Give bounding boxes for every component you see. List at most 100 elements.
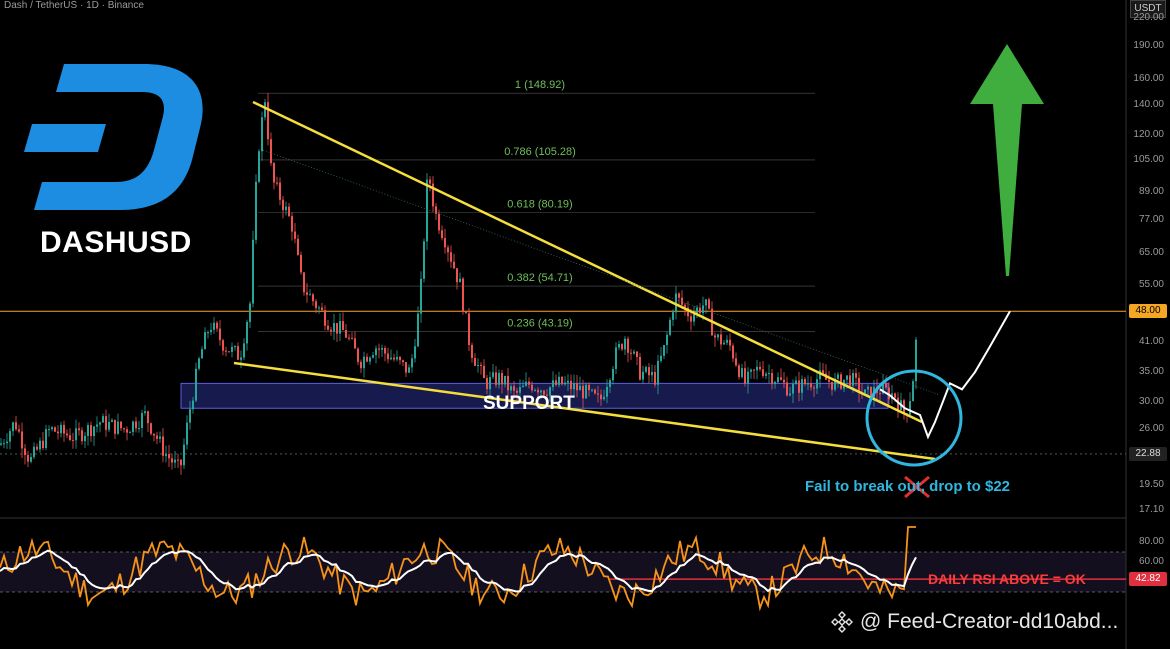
- candle-body: [519, 387, 521, 393]
- candle: [264, 98, 266, 121]
- candle: [228, 351, 230, 353]
- candle: [147, 410, 149, 432]
- candle-body: [39, 440, 41, 450]
- candle: [909, 392, 911, 417]
- support-zone-label: SUPPORT: [483, 393, 575, 414]
- candle: [633, 349, 635, 355]
- candle-body: [375, 348, 377, 356]
- candle-body: [603, 396, 605, 400]
- candle: [420, 271, 422, 323]
- fib-label-4: 0.236 (43.19): [507, 318, 572, 330]
- candle-body: [162, 436, 164, 456]
- candle: [708, 297, 710, 310]
- candle: [654, 365, 656, 388]
- candle: [87, 422, 89, 446]
- candle: [342, 312, 344, 331]
- candle: [840, 372, 842, 391]
- candle-body: [837, 374, 839, 379]
- candle: [75, 419, 77, 449]
- candle-body: [252, 239, 254, 304]
- candle: [39, 437, 41, 453]
- candle-body: [279, 182, 281, 200]
- candle-body: [672, 312, 674, 320]
- candle: [639, 353, 641, 381]
- candle: [213, 317, 215, 334]
- candle-body: [642, 371, 644, 380]
- price-axis[interactable]: USDT 220.00 190.00 160.00 140.00 120.00 105.0…: [1126, 0, 1170, 649]
- candle: [666, 331, 668, 354]
- candle-body: [318, 307, 320, 309]
- candle-body: [258, 151, 260, 182]
- candle-body: [570, 380, 572, 390]
- candle: [363, 351, 365, 378]
- candle-body: [132, 421, 134, 433]
- candle-body: [246, 321, 248, 344]
- candle-body: [513, 386, 515, 391]
- candle-body: [501, 372, 503, 385]
- candle: [345, 324, 347, 339]
- price-tick-13: 26.00: [1138, 423, 1164, 435]
- candle-body: [621, 343, 623, 350]
- candle-body: [450, 252, 452, 262]
- candle-body: [408, 367, 410, 373]
- candle-body: [156, 435, 158, 439]
- candle: [198, 356, 200, 371]
- candle-body: [609, 380, 611, 387]
- dash-logo-icon: [24, 64, 203, 210]
- candle: [627, 336, 629, 363]
- candle-body: [405, 362, 407, 373]
- price-tick-10: 41.00: [1138, 335, 1164, 347]
- candle-body: [417, 313, 419, 347]
- candle: [555, 374, 557, 387]
- candle-body: [315, 301, 317, 309]
- candle-body: [747, 371, 749, 384]
- candle: [471, 342, 473, 363]
- candle-body: [60, 424, 62, 434]
- candle-body: [114, 419, 116, 434]
- candle: [72, 432, 74, 449]
- candle-body: [720, 334, 722, 345]
- candle: [897, 392, 899, 418]
- candle: [123, 427, 125, 433]
- candle: [375, 345, 377, 364]
- candle: [912, 379, 914, 402]
- candle-body: [756, 366, 758, 371]
- candle: [405, 362, 407, 378]
- candle-body: [522, 385, 524, 388]
- candle-body: [12, 422, 14, 432]
- candle-body: [204, 332, 206, 350]
- candle: [204, 327, 206, 350]
- candle: [6, 433, 8, 449]
- candle: [738, 363, 740, 380]
- price-tick-1: 190.00: [1133, 40, 1164, 52]
- candle-body: [588, 384, 590, 391]
- candle-body: [558, 376, 560, 385]
- candle-body: [456, 268, 458, 283]
- candle-body: [627, 338, 629, 353]
- candle-body: [147, 411, 149, 424]
- candle-body: [561, 376, 563, 385]
- candle: [462, 276, 464, 315]
- candle-body: [384, 347, 386, 354]
- candle: [210, 322, 212, 336]
- candle-body: [369, 357, 371, 362]
- candle: [414, 338, 416, 363]
- candle-body: [27, 455, 29, 462]
- candle-body: [126, 429, 128, 433]
- candle-body: [291, 216, 293, 232]
- candle-body: [441, 230, 443, 239]
- candle-body: [351, 337, 353, 339]
- candle-body: [312, 294, 314, 302]
- candle-body: [93, 426, 95, 437]
- candle-body: [801, 379, 803, 393]
- candle-body: [594, 389, 596, 394]
- candle-body: [528, 381, 530, 385]
- candle-body: [489, 377, 491, 390]
- candle-body: [510, 386, 512, 391]
- candle-body: [84, 435, 86, 442]
- candle-body: [153, 433, 155, 436]
- candle-body: [6, 441, 8, 444]
- candle-body: [285, 206, 287, 211]
- candle-body: [420, 278, 422, 314]
- candle: [741, 363, 743, 379]
